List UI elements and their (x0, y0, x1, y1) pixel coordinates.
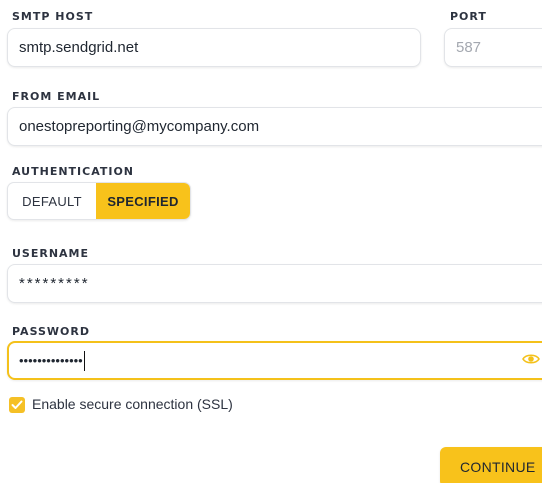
from-email-label: FROM EMAIL (12, 90, 101, 103)
username-value: ********* (19, 275, 90, 292)
ssl-checkbox-label[interactable]: Enable secure connection (SSL) (32, 396, 233, 412)
checkmark-icon (11, 400, 23, 409)
continue-button[interactable]: CONTINUE (440, 447, 542, 483)
smtp-host-input[interactable]: smtp.sendgrid.net (7, 28, 421, 67)
smtp-host-value: smtp.sendgrid.net (19, 39, 139, 56)
auth-default-option[interactable]: DEFAULT (8, 183, 96, 219)
password-label: PASSWORD (12, 325, 91, 338)
port-label: PORT (450, 10, 487, 23)
port-input[interactable]: 587 (444, 28, 542, 67)
password-value: •••••••••••••• (19, 353, 83, 368)
smtp-settings-form: SMTP HOST smtp.sendgrid.net PORT 587 FRO… (0, 0, 542, 483)
auth-specified-option[interactable]: SPECIFIED (96, 183, 190, 219)
authentication-toggle: DEFAULT SPECIFIED (7, 182, 191, 220)
ssl-checkbox[interactable] (9, 397, 25, 413)
from-email-input[interactable]: onestopreporting@mycompany.com (7, 107, 542, 146)
port-value: 587 (456, 39, 482, 56)
username-input[interactable]: ********* (7, 264, 542, 303)
text-cursor (83, 350, 85, 371)
show-password-eye-icon[interactable] (522, 352, 540, 366)
username-label: USERNAME (12, 247, 90, 260)
authentication-label: AUTHENTICATION (12, 165, 135, 178)
from-email-value: onestopreporting@mycompany.com (19, 118, 260, 135)
smtp-host-label: SMTP HOST (12, 10, 94, 23)
password-input[interactable]: •••••••••••••• (7, 341, 542, 380)
